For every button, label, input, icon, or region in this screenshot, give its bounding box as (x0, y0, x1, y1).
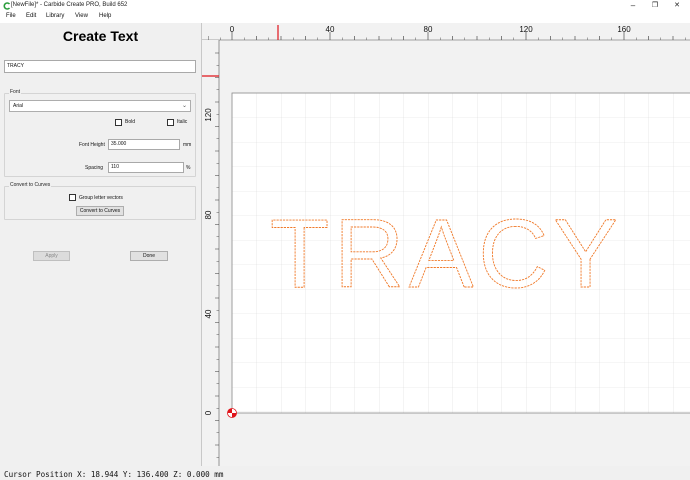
x-tick-40: 40 (326, 25, 335, 34)
carbide-create-icon (3, 2, 11, 10)
y-tick-120: 120 (204, 108, 213, 122)
menu-help[interactable]: Help (99, 13, 111, 19)
chevron-down-icon: ⌄ (181, 103, 187, 109)
status-bar: Cursor Position X: 18.944 Y: 136.400 Z: … (0, 466, 690, 480)
font-select-value: Arial (13, 103, 24, 109)
close-button[interactable]: ✕ (666, 0, 688, 12)
x-tick-160: 160 (617, 25, 631, 34)
cursor-position-readout: Cursor Position X: 18.944 Y: 136.400 Z: … (4, 470, 224, 479)
text-input[interactable]: TRACY (4, 60, 196, 73)
text-outline[interactable]: TRACY (270, 199, 619, 309)
bold-label: Bold (125, 119, 136, 125)
x-tick-0: 0 (230, 25, 235, 34)
title-bar: [NewFile]* - Carbide Create PRO, Build 6… (0, 0, 690, 12)
y-tick-40: 40 (204, 309, 213, 318)
design-canvas[interactable]: 0 40 80 120 160 120 80 40 0 TRACY (202, 23, 690, 466)
x-tick-120: 120 (519, 25, 533, 34)
window-title: [NewFile]* - Carbide Create PRO, Build 6… (11, 2, 128, 8)
group-vectors-checkbox[interactable] (69, 194, 76, 201)
menu-bar: File Edit Library View Help (0, 12, 690, 23)
font-height-unit: mm (183, 142, 192, 148)
restore-button[interactable]: ❐ (644, 0, 666, 12)
done-button[interactable]: Done (130, 251, 168, 261)
panel-heading: Create Text (62, 28, 139, 44)
font-height-label: Font Height (79, 142, 105, 148)
apply-button[interactable]: Apply (33, 251, 70, 261)
menu-file[interactable]: File (6, 13, 16, 19)
menu-edit[interactable]: Edit (26, 13, 36, 19)
font-group-title: Font (9, 89, 22, 95)
app-window: [NewFile]* - Carbide Create PRO, Build 6… (0, 0, 690, 480)
menu-view[interactable]: View (75, 13, 88, 19)
bold-checkbox[interactable] (115, 119, 122, 126)
spacing-input[interactable]: 110 (108, 162, 184, 173)
italic-checkbox[interactable] (167, 119, 174, 126)
y-tick-80: 80 (204, 210, 213, 219)
create-text-panel: Create Text TRACY Font Arial ⌄ Bold Ital… (0, 23, 201, 466)
group-vectors-label: Group letter vectors (79, 195, 123, 201)
left-ruler (202, 40, 219, 466)
menu-library[interactable]: Library (46, 13, 64, 19)
x-tick-80: 80 (424, 25, 433, 34)
convert-group-title: Convert to Curves (9, 182, 52, 188)
y-tick-0: 0 (204, 410, 213, 415)
minimize-button[interactable]: – (622, 0, 644, 12)
spacing-unit: % (186, 165, 191, 171)
origin-marker-icon (227, 408, 237, 418)
convert-to-curves-button[interactable]: Convert to Curves (76, 206, 124, 216)
font-height-input[interactable]: 35.000 (108, 139, 180, 150)
canvas-svg[interactable]: 0 40 80 120 160 120 80 40 0 TRACY (202, 23, 690, 466)
italic-label: Italic (177, 119, 188, 125)
font-select[interactable]: Arial ⌄ (9, 100, 191, 112)
spacing-label: Spacing (85, 165, 104, 171)
